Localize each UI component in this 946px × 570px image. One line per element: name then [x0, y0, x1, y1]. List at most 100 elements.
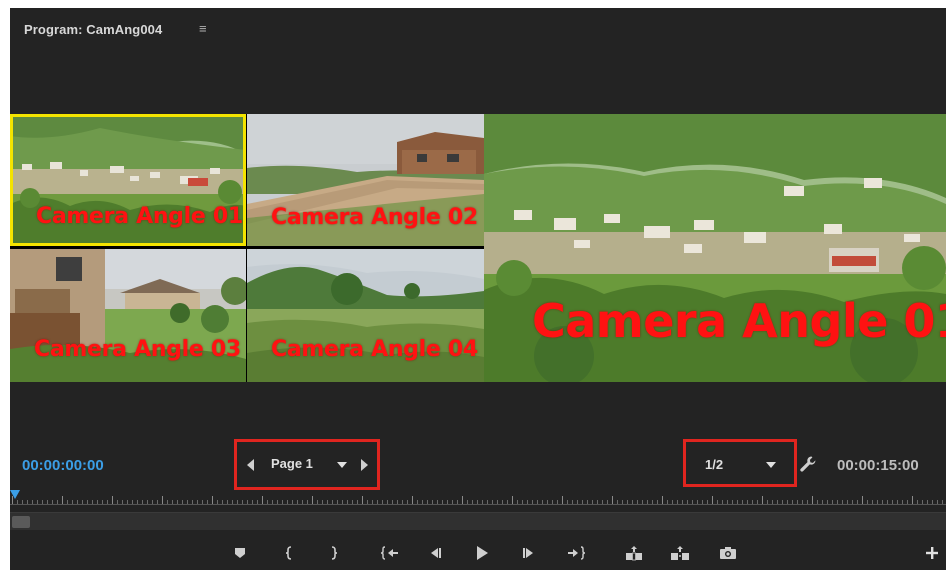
ruler-tick — [912, 496, 913, 504]
ruler-tick — [757, 500, 758, 504]
ruler-tick — [742, 500, 743, 504]
step-back-icon[interactable] — [424, 542, 448, 564]
ruler-tick — [547, 500, 548, 504]
export-frame-icon[interactable] — [716, 542, 740, 564]
playhead-marker-icon[interactable] — [10, 490, 20, 499]
ruler-tick — [27, 500, 28, 504]
mark-in-icon[interactable] — [278, 542, 302, 564]
next-page-icon[interactable] — [361, 459, 368, 471]
page-dropdown-caret-icon[interactable] — [337, 462, 347, 468]
ruler-tick — [587, 500, 588, 504]
ruler-tick — [717, 500, 718, 504]
camera-angle-1-label: Camera Angle 01 — [36, 204, 243, 229]
playback-resolution-select[interactable]: 1/2 — [705, 457, 723, 472]
add-button-icon[interactable] — [920, 542, 944, 564]
ruler-tick — [247, 500, 248, 504]
ruler-tick — [137, 500, 138, 504]
panel-menu-icon[interactable]: ≡ — [199, 21, 207, 36]
ruler-tick — [892, 500, 893, 504]
ruler-tick — [462, 496, 463, 504]
ruler-tick — [202, 500, 203, 504]
ruler-tick — [197, 500, 198, 504]
ruler-tick — [332, 500, 333, 504]
ruler-tick — [132, 500, 133, 504]
ruler-tick — [187, 500, 188, 504]
ruler-tick — [142, 500, 143, 504]
ruler-tick — [657, 500, 658, 504]
go-to-in-icon[interactable] — [378, 542, 402, 564]
ruler-tick — [502, 500, 503, 504]
ruler-tick — [267, 500, 268, 504]
time-ruler[interactable] — [10, 490, 946, 506]
camera-angle-2-view[interactable]: Camera Angle 02 — [247, 114, 484, 246]
ruler-tick — [417, 500, 418, 504]
zoom-scrollbar[interactable] — [10, 512, 946, 530]
ruler-tick — [327, 500, 328, 504]
ruler-tick — [752, 500, 753, 504]
ruler-tick — [692, 500, 693, 504]
ruler-tick — [492, 500, 493, 504]
ruler-tick — [667, 500, 668, 504]
ruler-tick — [877, 500, 878, 504]
ruler-tick — [932, 500, 933, 504]
ruler-tick — [287, 500, 288, 504]
step-forward-icon[interactable] — [516, 542, 540, 564]
wrench-settings-icon[interactable] — [799, 455, 817, 478]
camera-angle-2-label: Camera Angle 02 — [271, 205, 478, 230]
ruler-tick — [727, 500, 728, 504]
ruler-tick — [47, 500, 48, 504]
ruler-tick — [302, 500, 303, 504]
camera-angle-1-view[interactable]: Camera Angle 01 — [10, 114, 246, 246]
ruler-tick — [377, 500, 378, 504]
ruler-tick — [87, 500, 88, 504]
ruler-tick — [617, 500, 618, 504]
ruler-tick — [817, 500, 818, 504]
camera-angle-4-label: Camera Angle 04 — [271, 337, 478, 362]
ruler-tick — [542, 500, 543, 504]
ruler-tick — [427, 500, 428, 504]
panel-title[interactable]: Program: CamAng004 — [24, 22, 162, 37]
ruler-tick — [242, 500, 243, 504]
resolution-dropdown-caret-icon[interactable] — [766, 462, 776, 468]
multicam-monitor: Camera Angle 01 Camera Angle 02 Camera A… — [10, 114, 946, 382]
ruler-tick — [627, 500, 628, 504]
mark-out-icon[interactable] — [321, 542, 345, 564]
ruler-tick — [832, 500, 833, 504]
go-to-out-icon[interactable] — [564, 542, 588, 564]
ruler-tick — [702, 500, 703, 504]
ruler-tick — [782, 500, 783, 504]
ruler-tick — [367, 500, 368, 504]
ruler-tick — [262, 496, 263, 504]
extract-icon[interactable] — [668, 542, 692, 564]
ruler-tick — [557, 500, 558, 504]
ruler-tick — [577, 500, 578, 504]
playhead-timecode[interactable]: 00:00:00:00 — [22, 457, 104, 474]
ruler-tick — [567, 500, 568, 504]
ruler-tick — [772, 500, 773, 504]
lift-icon[interactable] — [622, 542, 646, 564]
ruler-tick — [217, 500, 218, 504]
ruler-tick — [67, 500, 68, 504]
camera-angle-4-view[interactable]: Camera Angle 04 — [247, 249, 484, 382]
ruler-tick — [37, 500, 38, 504]
camera-angle-3-view[interactable]: Camera Angle 03 — [10, 249, 246, 382]
ruler-tick — [867, 500, 868, 504]
ruler-tick — [807, 500, 808, 504]
ruler-tick — [437, 500, 438, 504]
ruler-tick — [402, 500, 403, 504]
ruler-tick — [762, 496, 763, 504]
ruler-tick — [937, 500, 938, 504]
ruler-tick — [127, 500, 128, 504]
ruler-tick — [592, 500, 593, 504]
ruler-tick — [872, 500, 873, 504]
ruler-tick — [357, 500, 358, 504]
add-marker-icon[interactable] — [228, 542, 252, 564]
ruler-tick — [307, 500, 308, 504]
scrollbar-handle[interactable] — [12, 516, 30, 528]
play-icon[interactable] — [470, 542, 494, 564]
ruler-tick — [697, 500, 698, 504]
page-select[interactable]: Page 1 — [271, 456, 313, 471]
ruler-tick — [882, 500, 883, 504]
previous-page-icon[interactable] — [247, 459, 254, 471]
ruler-tick — [182, 500, 183, 504]
